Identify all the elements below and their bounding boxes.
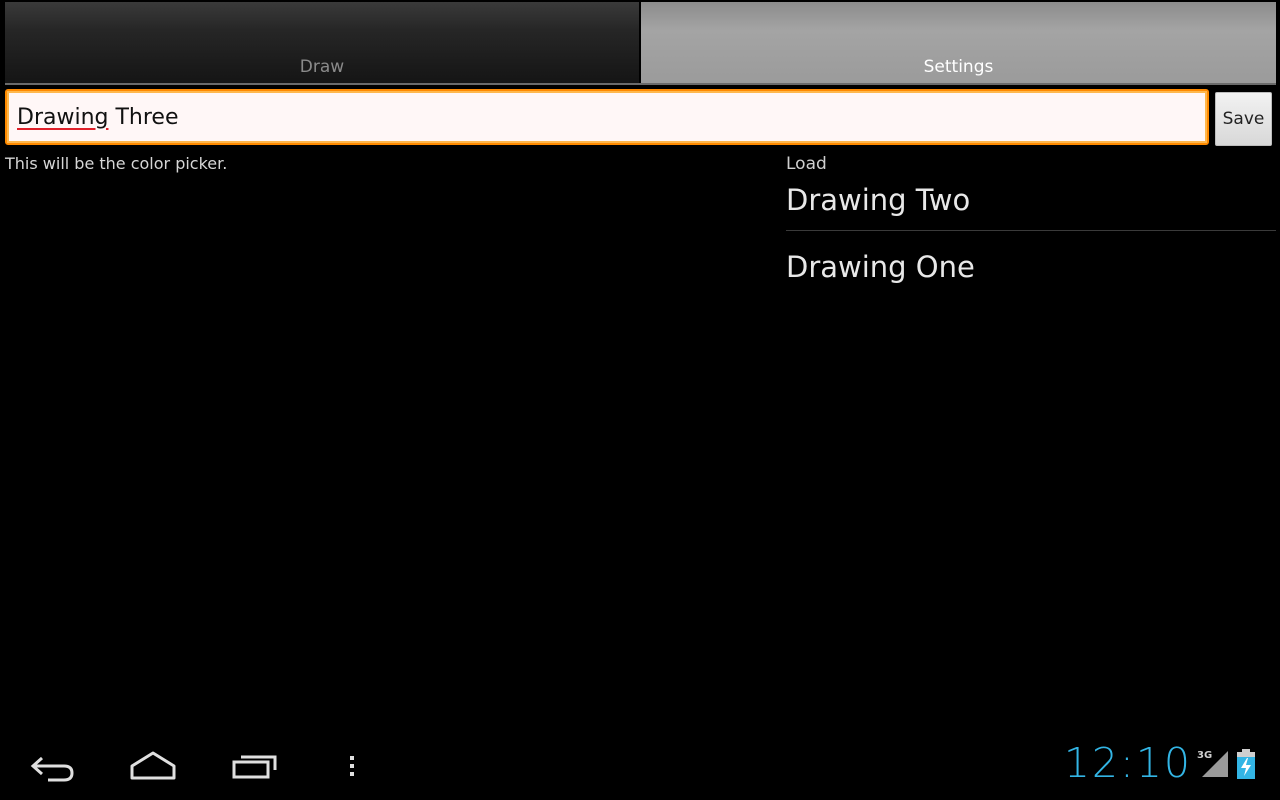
tab-settings-label: Settings bbox=[923, 57, 994, 77]
clock: 12:10 bbox=[1063, 739, 1192, 787]
tab-draw[interactable]: Draw bbox=[5, 2, 639, 83]
battery-charging-icon bbox=[1236, 749, 1256, 783]
tab-settings[interactable]: Settings bbox=[641, 2, 1276, 83]
drawing-name-input[interactable]: Drawing Three bbox=[5, 89, 1209, 145]
tab-divider bbox=[5, 83, 1276, 85]
home-icon[interactable] bbox=[126, 748, 180, 788]
save-button-label: Save bbox=[1222, 109, 1265, 129]
system-bar: 12:10 3G bbox=[0, 735, 1280, 800]
back-icon[interactable] bbox=[26, 748, 76, 788]
load-list-item[interactable]: Drawing One bbox=[786, 236, 1276, 298]
tab-draw-label: Draw bbox=[299, 57, 345, 77]
save-button[interactable]: Save bbox=[1215, 92, 1272, 146]
load-list-item[interactable]: Drawing Two bbox=[786, 169, 1276, 231]
signal-icon bbox=[1200, 751, 1228, 781]
tab-bar: Draw Settings bbox=[0, 0, 1280, 86]
load-list-item-label: Drawing Two bbox=[786, 182, 971, 217]
recent-apps-icon[interactable] bbox=[228, 748, 282, 788]
load-list-item-label: Drawing One bbox=[786, 250, 975, 284]
name-input-rest: Three bbox=[108, 104, 179, 130]
menu-icon[interactable] bbox=[344, 748, 360, 788]
screen: Draw Settings Drawing Three Save This wi… bbox=[0, 0, 1280, 800]
name-input-word: Drawing bbox=[17, 104, 109, 130]
color-picker-placeholder: This will be the color picker. bbox=[5, 154, 228, 173]
